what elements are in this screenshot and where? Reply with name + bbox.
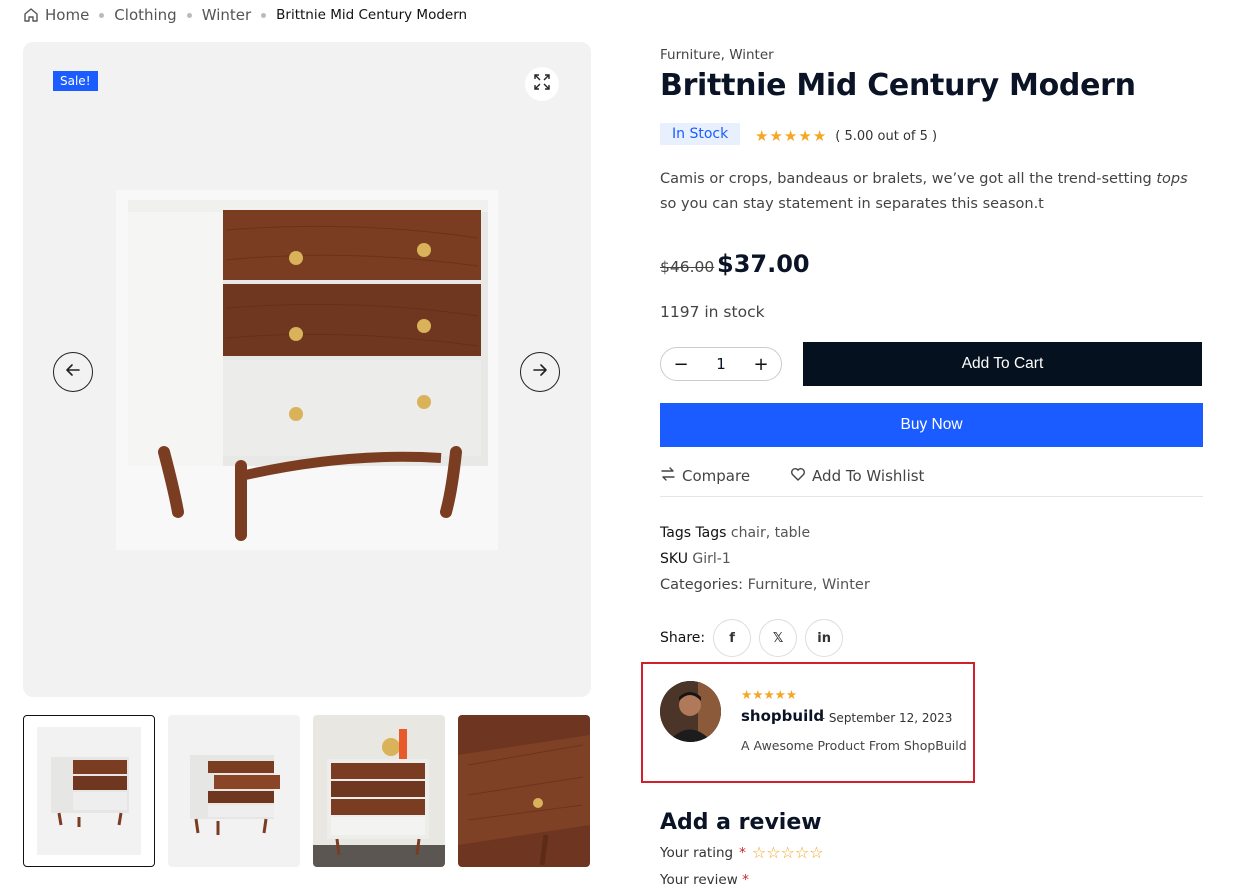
star-icon: ★ (752, 687, 764, 702)
gallery-next-button[interactable] (520, 352, 560, 392)
breadcrumb-clothing[interactable]: Clothing (114, 6, 176, 24)
quantity-value[interactable]: 1 (716, 355, 726, 373)
review-input-label-row: Your review * (660, 872, 749, 888)
quantity-stepper: − 1 + (660, 347, 782, 381)
tags-label: Tags Tags (660, 525, 727, 541)
review-card: ★ ★ ★ ★ ★ shopbuild – September 12, 2023… (641, 662, 975, 783)
review-label: Your review (660, 872, 738, 888)
gallery-prev-button[interactable] (53, 352, 93, 392)
facebook-share-button[interactable]: f (713, 619, 752, 657)
add-to-cart-button[interactable]: Add To Cart (803, 342, 1202, 386)
review-date: – September 12, 2023 (819, 711, 953, 725)
categories-label: Categories: (660, 577, 744, 593)
sku-value: Girl-1 (692, 551, 731, 567)
product-tags: Tags Tags chair, table (660, 525, 810, 541)
required-mark: * (739, 844, 746, 861)
product-rating: ★ ★ ★ ★ ★ ( 5.00 out of 5 ) (755, 127, 937, 145)
sale-badge: Sale! (53, 71, 98, 91)
linkedin-share-button[interactable]: in (805, 619, 844, 657)
breadcrumb: Home Clothing Winter Brittnie Mid Centur… (23, 6, 467, 24)
sku-label: SKU (660, 551, 688, 567)
description-emphasis: tops (1156, 171, 1188, 187)
rating-label: Your rating (660, 844, 734, 861)
thumbnail-2[interactable] (168, 715, 300, 867)
required-mark: * (742, 872, 749, 888)
quantity-increase-button[interactable]: + (753, 354, 769, 375)
star-icon: ★ (763, 687, 775, 702)
star-icon: ★ (769, 127, 783, 145)
breadcrumb-separator (261, 12, 267, 18)
product-main-image (116, 190, 498, 550)
breadcrumb-separator (186, 12, 192, 18)
avatar (660, 681, 721, 742)
home-icon[interactable] (23, 7, 39, 23)
thumbnail-4[interactable] (458, 715, 590, 867)
product-title: Brittnie Mid Century Modern (660, 68, 1136, 103)
buy-now-button[interactable]: Buy Now (660, 403, 1203, 447)
product-sku: SKU Girl-1 (660, 551, 731, 567)
star-outline-icon[interactable]: ☆ (781, 843, 795, 862)
arrow-left-icon (65, 362, 81, 382)
compare-button[interactable]: Compare (660, 466, 750, 486)
rating-input-row: Your rating * ☆☆☆☆☆ (660, 843, 824, 862)
stock-badge: In Stock (660, 123, 741, 145)
star-icon: ★ (783, 127, 798, 145)
fullscreen-button[interactable] (525, 67, 559, 101)
share-label: Share: (660, 630, 706, 646)
product-categories: Categories: Furniture, Winter (660, 577, 870, 593)
compare-icon (660, 466, 676, 486)
x-share-button[interactable]: 𝕏 (759, 619, 798, 657)
wishlist-button[interactable]: Add To Wishlist (790, 466, 924, 486)
breadcrumb-current: Brittnie Mid Century Modern (276, 7, 468, 23)
compare-label: Compare (682, 467, 751, 485)
stock-count: 1197 in stock (660, 303, 765, 321)
thumbnail-1[interactable] (23, 715, 155, 867)
star-icon: ★ (741, 687, 753, 702)
star-icon: ★ (755, 127, 769, 145)
quantity-decrease-button[interactable]: − (673, 354, 689, 375)
star-outline-icon[interactable]: ☆ (752, 843, 766, 862)
divider (660, 496, 1203, 497)
arrow-right-icon (532, 362, 548, 382)
breadcrumb-separator (99, 12, 105, 18)
star-icon: ★ (774, 687, 786, 702)
star-icon: ★ (785, 687, 798, 702)
product-description: Camis or crops, bandeaus or bralets, we’… (660, 167, 1205, 217)
old-price: $46.00 (660, 258, 715, 276)
star-outline-icon[interactable]: ☆ (795, 843, 809, 862)
star-outline-icon[interactable]: ☆ (766, 843, 780, 862)
review-author: shopbuild (741, 707, 825, 725)
rating-stars-input[interactable]: ☆☆☆☆☆ (752, 843, 824, 862)
wishlist-label: Add To Wishlist (812, 467, 925, 485)
rating-text: ( 5.00 out of 5 ) (835, 128, 938, 144)
add-review-heading: Add a review (660, 810, 822, 835)
breadcrumb-winter[interactable]: Winter (202, 6, 251, 24)
tags-value[interactable]: chair, table (731, 525, 810, 541)
review-text: A Awesome Product From ShopBuild (741, 738, 967, 753)
heart-icon (790, 466, 806, 486)
product-actions: Compare Add To Wishlist (660, 466, 924, 486)
star-outline-icon[interactable]: ☆ (809, 843, 823, 862)
breadcrumb-home[interactable]: Home (45, 6, 89, 24)
product-gallery: Sale! (23, 42, 591, 697)
star-icon: ★ (798, 127, 812, 145)
categories-value[interactable]: Furniture, Winter (748, 577, 870, 593)
description-text: Camis or crops, bandeaus or bralets, we’… (660, 171, 1157, 187)
thumbnail-3[interactable] (313, 715, 445, 867)
sale-price: $37.00 (717, 250, 810, 278)
star-icon: ★ (812, 127, 827, 145)
review-stars: ★ ★ ★ ★ ★ (741, 687, 797, 702)
expand-icon (534, 74, 550, 94)
thumbnail-strip (23, 715, 590, 867)
product-categories-top[interactable]: Furniture, Winter (660, 47, 774, 63)
share-row: Share: f 𝕏 in (660, 619, 844, 657)
description-text: so you can stay statement in separates t… (660, 196, 1044, 212)
